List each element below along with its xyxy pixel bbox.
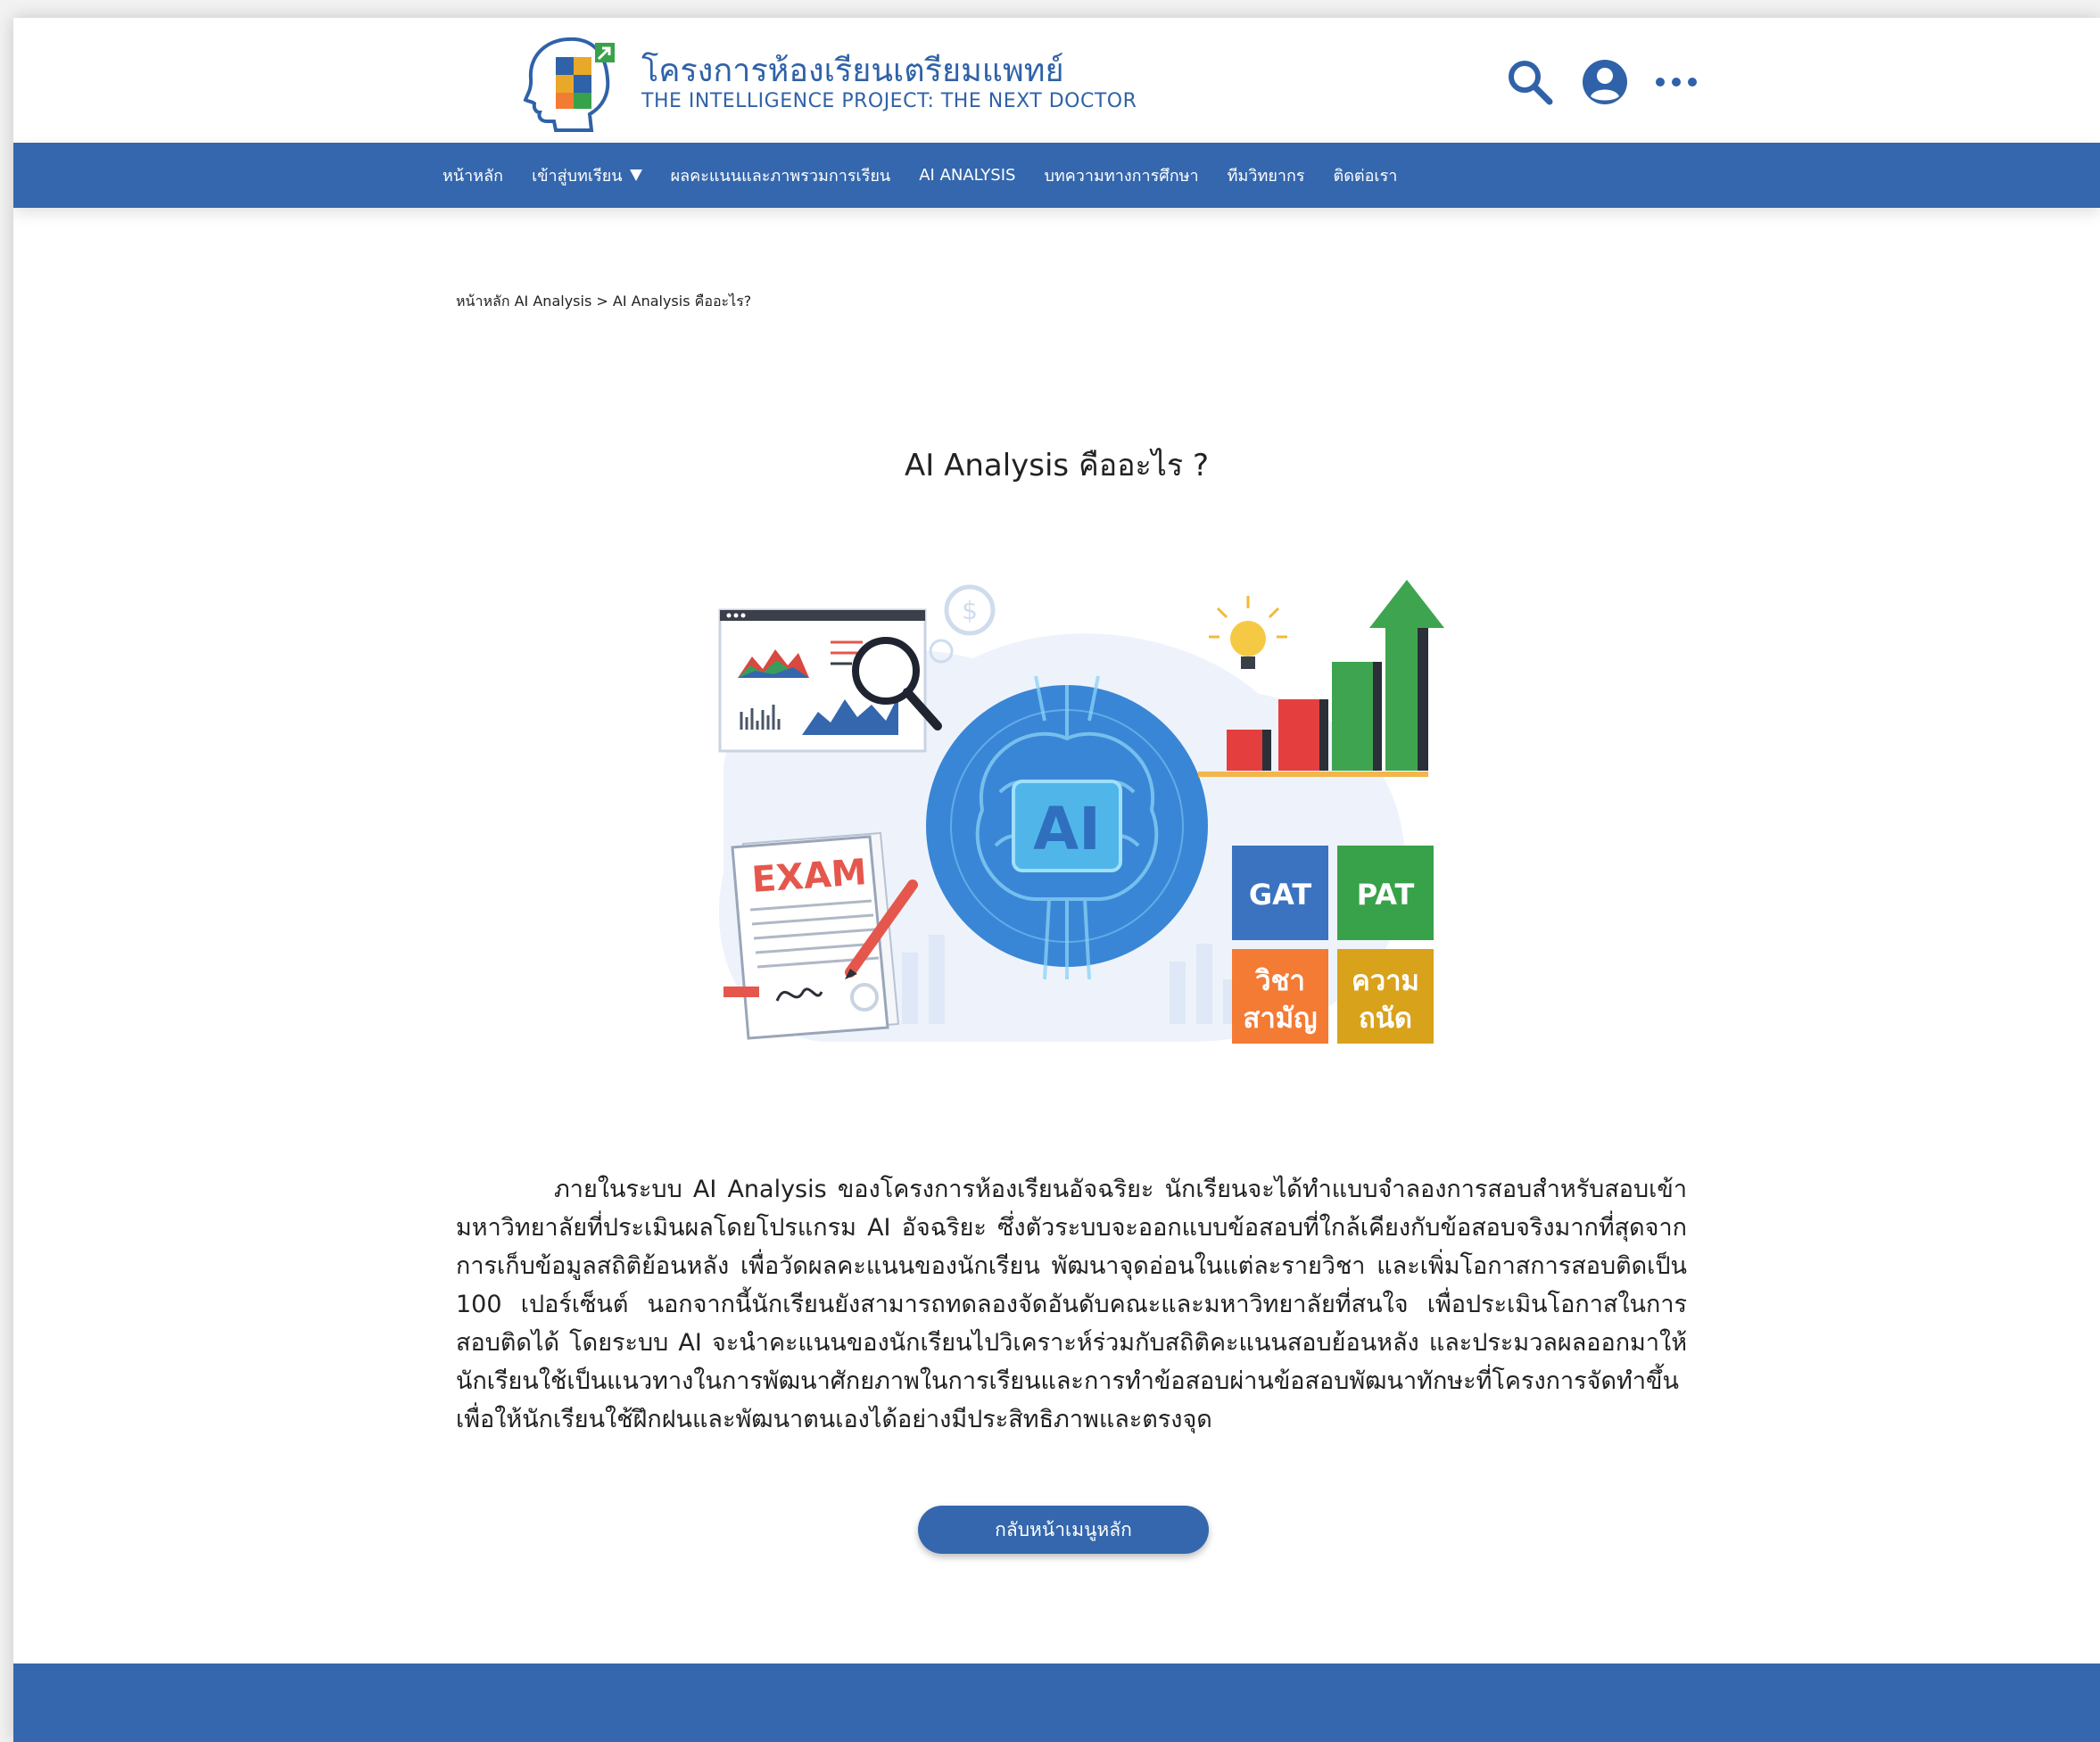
general-subjects-tile: วิชา สามัญ xyxy=(1232,949,1328,1044)
main-navigation: หน้าหลัก เข้าสู่บทเรียน ผลคะแนนและภาพรวม… xyxy=(13,143,2100,208)
nav-item-label: ทีมวิทยากร xyxy=(1227,167,1305,186)
page-title: AI Analysis คืออะไร ? xyxy=(904,448,1210,483)
svg-text:ถนัด: ถนัด xyxy=(1359,1003,1412,1035)
puzzle-head-logo-icon xyxy=(523,37,615,132)
nav-item-lecturers[interactable]: ทีมวิทยากร xyxy=(1228,162,1305,188)
breadcrumb: หน้าหลัก AI Analysis > AI Analysis คืออะ… xyxy=(456,291,751,313)
search-icon[interactable] xyxy=(1505,57,1555,107)
nav-item-scores-overview[interactable]: ผลคะแนนและภาพรวมการเรียน xyxy=(671,162,891,188)
site-footer xyxy=(13,1664,2100,1742)
user-account-icon[interactable] xyxy=(1580,57,1630,107)
ai-label: AI xyxy=(1033,795,1101,863)
nav-item-articles[interactable]: บทความทางการศึกษา xyxy=(1044,162,1198,188)
breadcrumb-separator: > xyxy=(596,293,608,310)
aptitude-tile: ความ ถนัด xyxy=(1337,949,1434,1044)
dollar-icon: $ xyxy=(944,584,996,636)
ai-analysis-description: ภายในระบบ AI Analysis ของโครงการห้องเรีย… xyxy=(456,1176,1687,1433)
back-button-label: กลับหน้าเมนูหลัก xyxy=(995,1518,1132,1540)
ai-analysis-illustration: $ AI EXAM GAT PAT วิชา สามัญ ความ ถนัด xyxy=(688,560,1446,1065)
exam-label: EXAM xyxy=(750,852,868,901)
pat-tile: PAT xyxy=(1337,846,1434,940)
svg-text:$: $ xyxy=(962,596,978,625)
gat-tile: GAT xyxy=(1232,846,1328,940)
nav-item-label: บทความทางการศึกษา xyxy=(1044,167,1199,186)
brand-title-thai[interactable]: โครงการห้องเรียนเตรียมแพทย์ xyxy=(641,45,1064,95)
nav-item-label: เข้าสู่บทเรียน xyxy=(532,167,623,186)
more-icon[interactable] xyxy=(1651,57,1701,107)
svg-text:PAT: PAT xyxy=(1357,878,1415,912)
lightbulb-icon xyxy=(1209,596,1287,669)
site-header: โครงการห้องเรียนเตรียมแพทย์ THE INTELLIG… xyxy=(13,18,2100,143)
site-logo[interactable] xyxy=(520,32,620,132)
svg-text:GAT: GAT xyxy=(1249,878,1312,912)
page: โครงการห้องเรียนเตรียมแพทย์ THE INTELLIG… xyxy=(13,18,2100,1742)
nav-item-contact[interactable]: ติดต่อเรา xyxy=(1334,162,1398,188)
nav-item-label: ติดต่อเรา xyxy=(1333,167,1398,186)
nav-item-label: ผลคะแนนและภาพรวมการเรียน xyxy=(670,167,891,186)
nav-item-lessons[interactable]: เข้าสู่บทเรียน xyxy=(532,162,642,188)
svg-text:สามัญ: สามัญ xyxy=(1243,1003,1317,1035)
breadcrumb-home-link[interactable]: หน้าหลัก xyxy=(456,293,510,310)
nav-item-label: AI ANALYSIS xyxy=(919,166,1016,185)
caret-down-icon xyxy=(629,169,642,181)
breadcrumb-section-link[interactable]: AI Analysis xyxy=(515,293,592,310)
nav-item-ai-analysis[interactable]: AI ANALYSIS xyxy=(919,166,1015,185)
svg-text:วิชา: วิชา xyxy=(1254,965,1304,997)
brand-title-english: THE INTELLIGENCE PROJECT: THE NEXT DOCTO… xyxy=(641,90,1137,112)
nav-item-home[interactable]: หน้าหลัก xyxy=(442,162,503,188)
nav-item-label: หน้าหลัก xyxy=(442,167,504,186)
svg-text:ความ: ความ xyxy=(1352,965,1419,997)
breadcrumb-current: AI Analysis คืออะไร? xyxy=(612,293,752,310)
back-to-main-menu-button[interactable]: กลับหน้าเมนูหลัก xyxy=(918,1506,1209,1554)
